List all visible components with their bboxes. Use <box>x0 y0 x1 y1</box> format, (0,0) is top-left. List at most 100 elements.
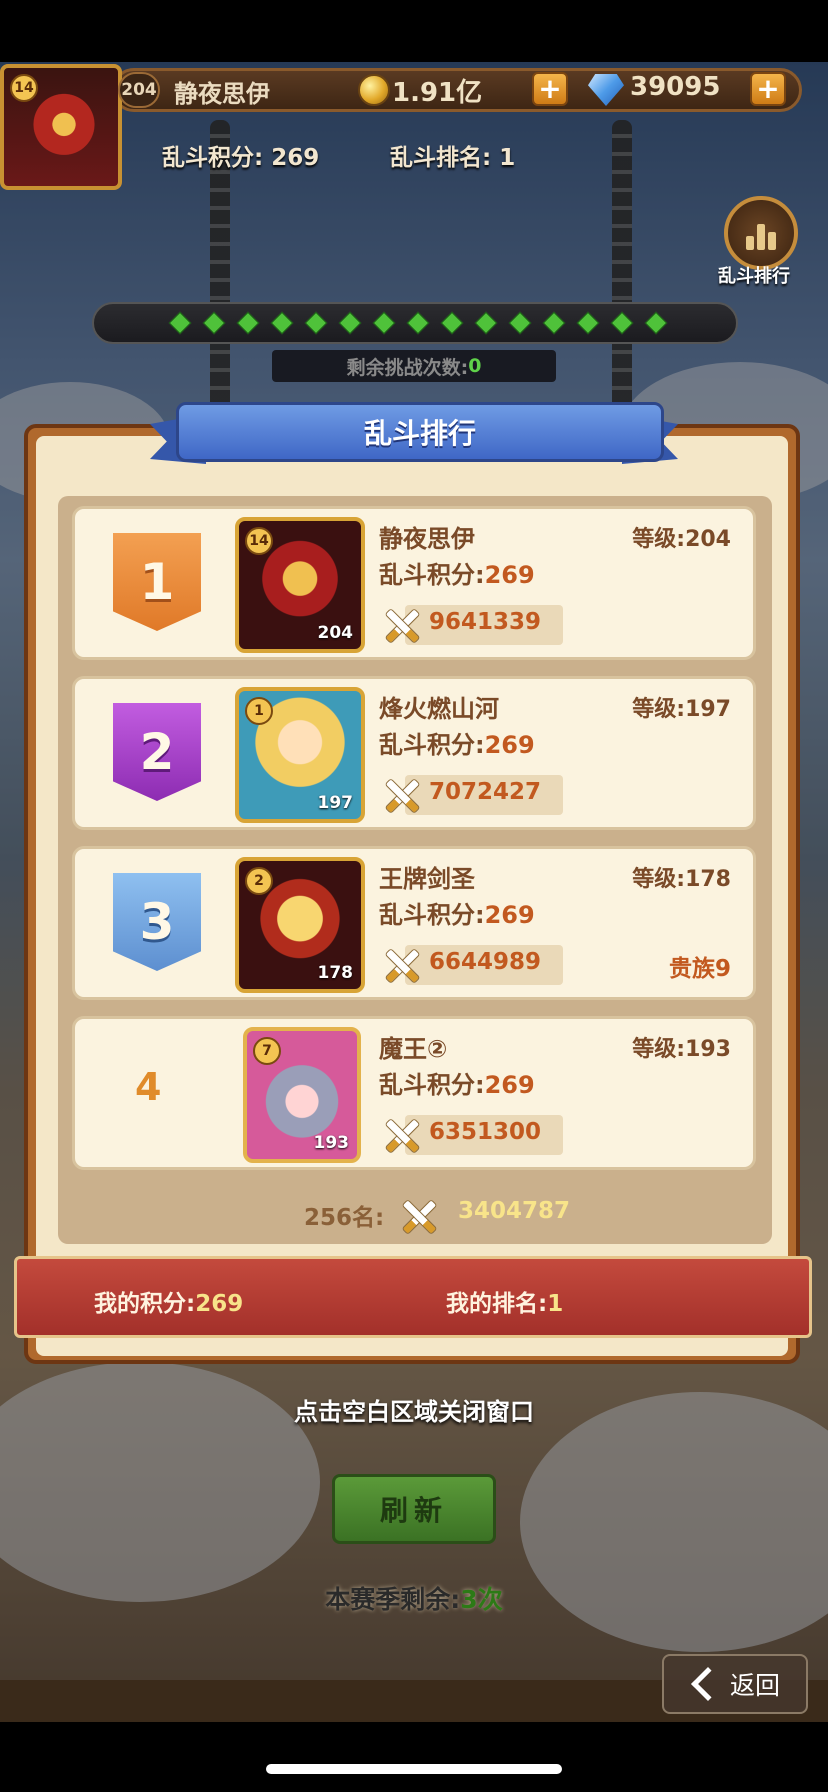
my-score-value: 269 <box>195 1291 244 1317</box>
avatar[interactable]: 2 178 <box>235 857 365 993</box>
season-remaining: 本赛季剩余:3次 <box>0 1580 828 1616</box>
my-rank: 我的排名:1 <box>446 1284 563 1318</box>
progress-diamond-icon <box>372 311 396 335</box>
right-chain <box>612 120 632 410</box>
ranking-row[interactable]: 4 7 193 魔王② 等级:193 乱斗积分:269 6351300 <box>72 1016 756 1170</box>
rank-banner-gold: 1 <box>113 533 201 631</box>
level-label: 等级: <box>632 697 686 722</box>
progress-diamond-icon <box>236 311 260 335</box>
close-hint[interactable]: 点击空白区域关闭窗口 <box>0 1392 828 1427</box>
level-value: 204 <box>685 527 731 552</box>
add-gems-button[interactable]: + <box>750 72 786 106</box>
avatar-star-badge: 1 <box>245 697 273 725</box>
progress-diamond-icon <box>542 311 566 335</box>
my-score: 我的积分:269 <box>94 1284 243 1318</box>
crossed-swords-icon <box>379 773 423 817</box>
my-score-label: 我的积分: <box>94 1291 196 1317</box>
rank-number: 4 <box>135 1065 162 1109</box>
my-rank-value: 1 <box>547 1291 564 1317</box>
progress-diamond-icon <box>270 311 294 335</box>
progress-diamond-icon <box>338 311 362 335</box>
back-arrow-icon <box>691 1667 725 1701</box>
player-name: 魔王② <box>379 1035 448 1063</box>
noble-title: 贵族9 <box>668 956 731 982</box>
progress-diamond-icon <box>304 311 328 335</box>
crossed-swords-icon <box>379 943 423 987</box>
crossed-swords-icon <box>379 1113 423 1157</box>
avatar-star-badge: 7 <box>253 1037 281 1065</box>
panel-title: 乱斗排行 <box>176 402 664 462</box>
brawl-score: 乱斗积分: 269 <box>162 145 320 171</box>
rank-256-label: 256名: <box>304 1205 385 1231</box>
avatar[interactable]: 1 197 <box>235 687 365 823</box>
add-gold-button[interactable]: + <box>532 72 568 106</box>
progress-diamond-icon <box>508 311 532 335</box>
level-value: 193 <box>685 1037 731 1062</box>
season-count: 3次 <box>460 1585 503 1614</box>
level-label: 等级: <box>632 867 686 892</box>
rank-banner-purple: 2 <box>113 703 201 801</box>
combat-power: 6351300 <box>429 1119 542 1145</box>
combat-power: 9641339 <box>429 609 542 635</box>
ranking-row[interactable]: 2 1 197 烽火燃山河 等级:197 乱斗积分:269 7072427 <box>72 676 756 830</box>
player-avatar[interactable]: 14 <box>0 64 122 190</box>
score-value: 269 <box>484 561 535 589</box>
brawl-score: 乱斗积分:269 <box>379 555 535 590</box>
avatar[interactable]: 7 193 <box>243 1027 361 1163</box>
home-indicator[interactable] <box>266 1764 562 1774</box>
remaining-challenges-count: 0 <box>468 355 482 377</box>
brawl-score: 乱斗积分:269 <box>379 1065 535 1100</box>
brawl-score: 乱斗积分:269 <box>379 895 535 930</box>
back-button[interactable]: 返回 <box>662 1654 808 1714</box>
refresh-button[interactable]: 刷新 <box>332 1474 496 1544</box>
score-value: 269 <box>484 901 535 929</box>
avatar[interactable]: 14 204 <box>235 517 365 653</box>
avatar-level: 204 <box>317 623 354 643</box>
season-label: 本赛季剩余: <box>325 1585 461 1614</box>
progress-diamond-icon <box>610 311 634 335</box>
back-label: 返回 <box>729 1671 780 1700</box>
brawl-score: 乱斗积分:269 <box>379 725 535 760</box>
level-label: 等级: <box>632 1037 686 1062</box>
crossed-swords-icon <box>396 1194 440 1238</box>
avatar-level: 193 <box>313 1133 350 1153</box>
ranking-row[interactable]: 1 14 204 静夜思伊 等级:204 乱斗积分:269 9641339 <box>72 506 756 660</box>
progress-diamond-icon <box>644 311 668 335</box>
rank-256-power: 3404787 <box>458 1198 571 1224</box>
score-label: 乱斗积分: <box>379 901 485 929</box>
gem-amount: 39095 <box>630 72 721 102</box>
ranking-button-label: 乱斗排行 <box>718 266 790 287</box>
score-value: 269 <box>484 731 535 759</box>
progress-diamond-icon <box>440 311 464 335</box>
avatar-level: 197 <box>317 793 354 813</box>
brawl-rank: 乱斗排名: 1 <box>390 145 516 171</box>
player-name: 静夜思伊 <box>174 80 270 108</box>
bar-chart-icon <box>768 232 776 250</box>
player-name: 王牌剑圣 <box>379 865 475 893</box>
score-label: 乱斗积分: <box>379 731 485 759</box>
crest-emblem-icon <box>28 90 100 176</box>
level-value: 178 <box>685 867 731 892</box>
score-label: 乱斗积分: <box>379 1071 485 1099</box>
player-level: 等级:178 <box>632 861 731 893</box>
ranking-button[interactable] <box>724 196 798 270</box>
status-bar <box>0 0 828 62</box>
ranking-row[interactable]: 3 2 178 王牌剑圣 等级:178 乱斗积分:269 6644989 贵族9 <box>72 846 756 1000</box>
remaining-challenges-label: 剩余挑战次数: <box>346 356 469 379</box>
progress-diamond-icon <box>202 311 226 335</box>
player-level: 等级:193 <box>632 1031 731 1063</box>
gold-coin-icon <box>358 74 390 106</box>
challenge-progress <box>92 302 738 344</box>
player-level: 等级:204 <box>632 521 731 553</box>
bar-chart-icon <box>746 236 754 250</box>
bar-chart-icon <box>757 224 765 250</box>
score-label: 乱斗积分: <box>379 561 485 589</box>
crossed-swords-icon <box>379 603 423 647</box>
avatar-star-badge: 2 <box>245 867 273 895</box>
player-name: 静夜思伊 <box>379 525 475 553</box>
progress-diamond-icon <box>406 311 430 335</box>
rank-banner-blue: 3 <box>113 873 201 971</box>
level-label: 等级: <box>632 527 686 552</box>
avatar-star-badge: 14 <box>245 527 273 555</box>
progress-diamond-icon <box>168 311 192 335</box>
